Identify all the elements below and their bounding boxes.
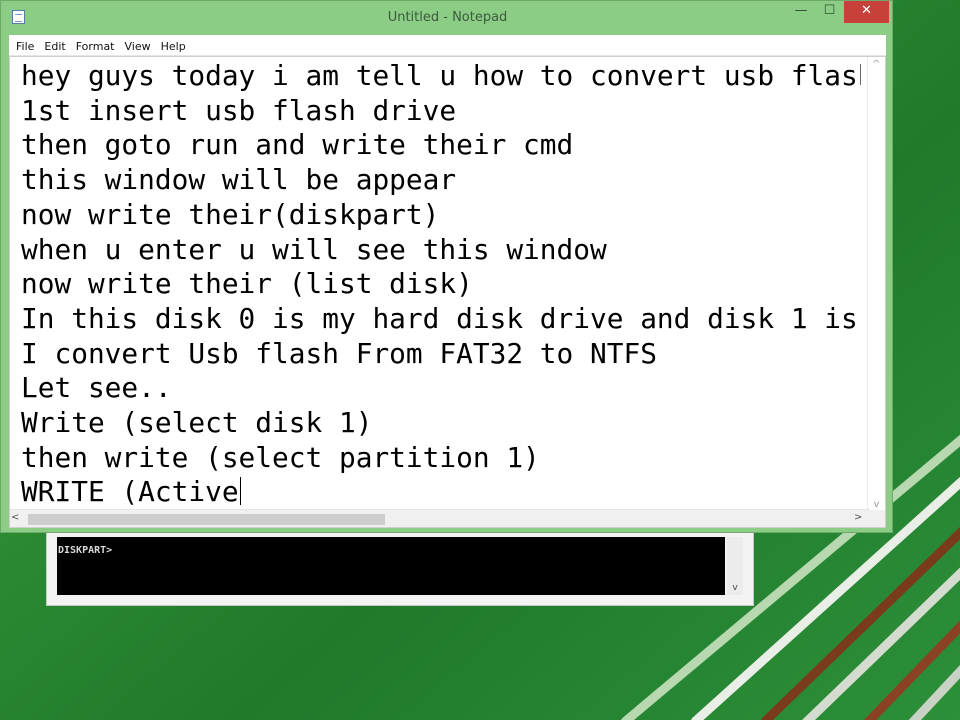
scroll-down-icon[interactable]: v bbox=[868, 499, 885, 510]
menu-format[interactable]: Format bbox=[71, 37, 120, 54]
menu-file[interactable]: File bbox=[11, 37, 39, 54]
current-line-text: WRITE (Active bbox=[21, 475, 239, 509]
title-bar[interactable]: Untitled - Notepad — ☐ ✕ bbox=[1, 1, 892, 35]
scrollbar-corner bbox=[868, 510, 885, 527]
close-button[interactable]: ✕ bbox=[844, 1, 889, 23]
menu-help[interactable]: Help bbox=[156, 37, 191, 54]
text-line-current: WRITE (Active bbox=[21, 475, 861, 509]
scroll-right-icon[interactable]: > bbox=[854, 512, 862, 523]
text-caret bbox=[239, 477, 241, 506]
text-line: hey guys today i am tell u how to conver… bbox=[21, 59, 861, 92]
scroll-left-icon[interactable]: < bbox=[11, 512, 19, 523]
text-line: then write (select partition 1) bbox=[21, 440, 540, 474]
minimize-button[interactable]: — bbox=[787, 1, 815, 23]
text-line: In this disk 0 is my hard disk drive and… bbox=[21, 301, 858, 335]
console-prompt: DISKPART> bbox=[58, 545, 113, 556]
text-editor[interactable]: hey guys today i am tell u how to conver… bbox=[9, 56, 886, 528]
menu-edit[interactable]: Edit bbox=[39, 37, 70, 54]
text-line: Write (select disk 1) bbox=[21, 406, 373, 440]
horizontal-scroll-thumb[interactable] bbox=[28, 514, 385, 525]
console-output[interactable]: DISKPART> bbox=[57, 537, 725, 595]
text-line: Let see.. bbox=[21, 371, 172, 405]
scroll-up-icon[interactable]: ^ bbox=[868, 59, 885, 70]
chevron-down-icon[interactable]: v bbox=[727, 583, 743, 593]
horizontal-scrollbar[interactable]: < > bbox=[10, 509, 870, 527]
maximize-button[interactable]: ☐ bbox=[816, 1, 843, 23]
notepad-window[interactable]: Untitled - Notepad — ☐ ✕ File Edit Format V… bbox=[0, 0, 893, 533]
console-window[interactable]: DISKPART> v bbox=[46, 530, 754, 606]
text-line: now write their (list disk) bbox=[21, 267, 473, 301]
menu-bar: File Edit Format View Help bbox=[9, 35, 886, 56]
text-content[interactable]: hey guys today i am tell u how to conver… bbox=[21, 59, 861, 509]
text-line: I convert Usb flash From FAT32 to NTFS bbox=[21, 336, 657, 370]
text-line: then goto run and write their cmd bbox=[21, 128, 574, 162]
console-scrollbar[interactable]: v bbox=[727, 537, 743, 595]
text-line: when u enter u will see this window bbox=[21, 232, 607, 266]
text-line: now write their(diskpart) bbox=[21, 197, 440, 231]
text-line: 1st insert usb flash drive bbox=[21, 93, 457, 127]
vertical-scrollbar[interactable]: ^ v bbox=[867, 57, 885, 512]
window-title: Untitled - Notepad bbox=[387, 10, 508, 25]
text-line: this window will be appear bbox=[21, 163, 457, 197]
menu-view[interactable]: View bbox=[120, 37, 156, 54]
